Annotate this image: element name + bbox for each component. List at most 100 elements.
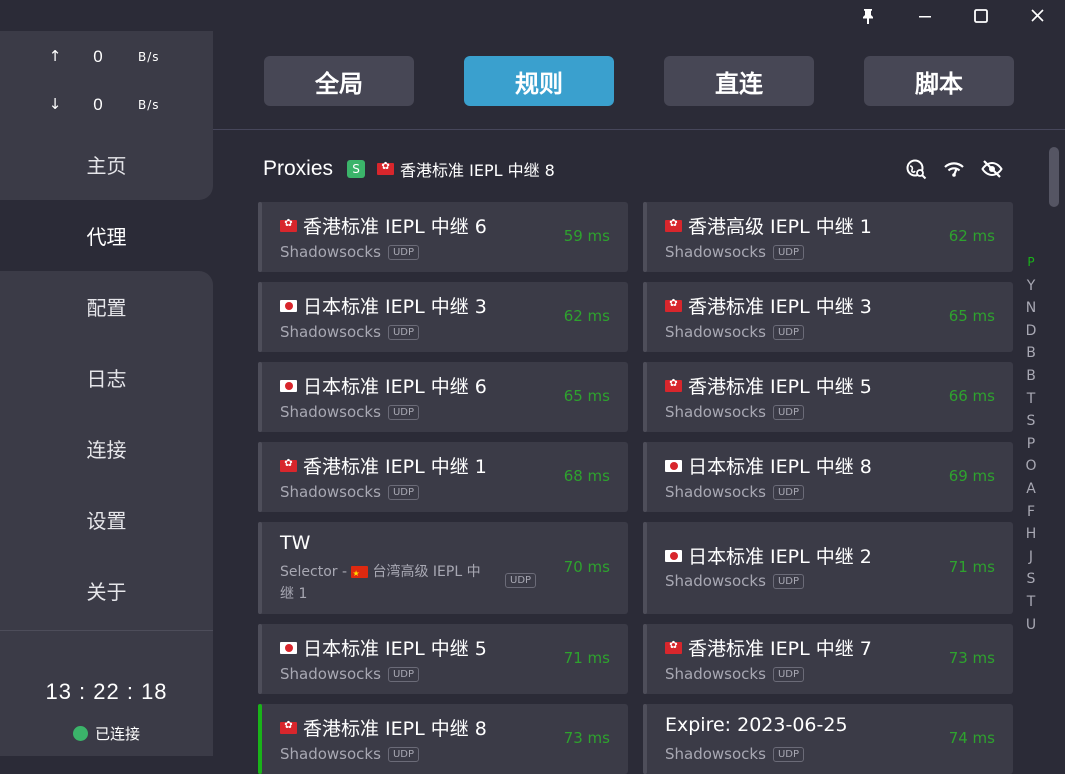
upload-speed: ↑ 0 B/s <box>0 47 213 67</box>
proxy-name: Expire: 2023-06-25 <box>665 714 848 736</box>
proxy-card[interactable]: 香港标准 IEPL 中继 8 Shadowsocks UDP 73 ms <box>258 704 628 774</box>
proxy-card[interactable]: 日本标准 IEPL 中继 6 Shadowsocks UDP 65 ms <box>258 362 628 432</box>
proxy-card[interactable]: 香港标准 IEPL 中继 7 Shadowsocks UDP 73 ms <box>643 624 1013 694</box>
proxy-type: Shadowsocks UDP <box>665 483 804 501</box>
sidebar-item-about[interactable]: 关于 <box>0 555 213 626</box>
proxy-card[interactable]: 香港标准 IEPL 中继 1 Shadowsocks UDP 68 ms <box>258 442 628 512</box>
proxy-card[interactable]: 香港标准 IEPL 中继 3 Shadowsocks UDP 65 ms <box>643 282 1013 352</box>
sidebar-item-home[interactable]: 主页 <box>0 129 213 200</box>
delay-label[interactable]: 74 ms <box>949 729 995 747</box>
upload-arrow-icon: ↑ <box>48 47 62 65</box>
udp-badge: UDP <box>772 244 804 260</box>
proxy-card[interactable]: 香港高级 IEPL 中继 1 Shadowsocks UDP 62 ms <box>643 202 1013 272</box>
alphabet-letter[interactable]: H <box>1021 526 1041 549</box>
proxy-name: 香港标准 IEPL 中继 3 <box>665 292 872 319</box>
alphabet-letter[interactable]: A <box>1021 481 1041 504</box>
close-icon[interactable] <box>1009 0 1065 31</box>
alphabet-letter[interactable]: S <box>1021 571 1041 594</box>
proxy-card[interactable]: 日本标准 IEPL 中继 8 Shadowsocks UDP 69 ms <box>643 442 1013 512</box>
sidebar-item-proxies[interactable]: 代理 <box>0 200 213 271</box>
alphabet-letter[interactable]: P <box>1021 436 1041 459</box>
proxy-type-text: Shadowsocks <box>665 572 766 590</box>
proxy-type: Shadowsocks UDP <box>280 403 419 421</box>
proxy-card[interactable]: 香港标准 IEPL 中继 6 Shadowsocks UDP 59 ms <box>258 202 628 272</box>
minimize-icon[interactable] <box>897 0 953 31</box>
sidebar-item-logs[interactable]: 日志 <box>0 342 213 413</box>
card-indicator <box>258 704 262 774</box>
proxy-name: 香港高级 IEPL 中继 1 <box>665 212 872 239</box>
alphabet-letter[interactable]: T <box>1021 594 1041 617</box>
alphabet-letter[interactable]: P <box>1021 255 1041 278</box>
proxy-type-text: Shadowsocks <box>280 745 381 763</box>
proxy-type: Shadowsocks UDP <box>665 243 804 261</box>
selected-proxy[interactable]: 香港标准 IEPL 中继 8 <box>377 157 555 181</box>
udp-badge: UDP <box>772 573 804 589</box>
proxy-card[interactable]: 香港标准 IEPL 中继 5 Shadowsocks UDP 66 ms <box>643 362 1013 432</box>
sidebar-item-connections[interactable]: 连接 <box>0 413 213 484</box>
alphabet-letter[interactable]: D <box>1021 323 1041 346</box>
delay-label[interactable]: 66 ms <box>949 387 995 405</box>
proxy-card[interactable]: 日本标准 IEPL 中继 2 Shadowsocks UDP 71 ms <box>643 522 1013 614</box>
delay-label[interactable]: 62 ms <box>564 307 610 325</box>
proxy-type: Selector - 台湾高级 IEPL 中继 1 UDP <box>280 561 537 605</box>
delay-label[interactable]: 69 ms <box>949 467 995 485</box>
alphabet-letter[interactable]: Y <box>1021 278 1041 301</box>
hk-flag-icon <box>665 218 682 232</box>
mode-direct-button[interactable]: 直连 <box>664 56 814 106</box>
proxy-card[interactable]: 日本标准 IEPL 中继 5 Shadowsocks UDP 71 ms <box>258 624 628 694</box>
eye-off-icon[interactable] <box>981 158 1003 180</box>
delay-label[interactable]: 65 ms <box>949 307 995 325</box>
delay-label[interactable]: 73 ms <box>564 729 610 747</box>
alphabet-letter[interactable]: B <box>1021 345 1041 368</box>
alphabet-letter[interactable]: F <box>1021 504 1041 527</box>
sidebar-item-profiles[interactable]: 配置 <box>0 271 213 342</box>
pin-icon[interactable] <box>840 0 896 31</box>
udp-badge: UDP <box>387 484 419 500</box>
udp-badge: UDP <box>387 244 419 260</box>
delay-label[interactable]: 71 ms <box>949 558 995 576</box>
sidebar-divider <box>0 630 213 631</box>
sidebar-item-settings[interactable]: 设置 <box>0 484 213 555</box>
delay-label[interactable]: 70 ms <box>564 558 610 576</box>
proxy-card[interactable]: Expire: 2023-06-25 Shadowsocks UDP 74 ms <box>643 704 1013 774</box>
wifi-speed-icon[interactable] <box>943 158 965 180</box>
clock: 13 : 22 : 18 <box>45 679 168 704</box>
proxy-name-text: 香港标准 IEPL 中继 7 <box>688 638 872 660</box>
download-value: 0 <box>93 95 103 114</box>
alphabet-letter[interactable]: B <box>1021 368 1041 391</box>
proxy-name-text: 日本标准 IEPL 中继 6 <box>303 376 487 398</box>
mode-rule-button[interactable]: 规则 <box>464 56 614 106</box>
mode-script-button[interactable]: 脚本 <box>864 56 1014 106</box>
proxy-type-text: Shadowsocks <box>665 403 766 421</box>
alphabet-index: PYNDBBTSPOAFHJSTU <box>1021 255 1041 639</box>
alphabet-letter[interactable]: O <box>1021 458 1041 481</box>
upload-unit: B/s <box>138 50 160 64</box>
card-indicator <box>258 522 262 614</box>
delay-label[interactable]: 68 ms <box>564 467 610 485</box>
udp-badge: UDP <box>505 573 537 588</box>
main-panel: 全局 规则 直连 脚本 Proxies S 香港标准 IEPL 中继 8 香港标… <box>213 31 1065 774</box>
proxy-card[interactable]: TW Selector - 台湾高级 IEPL 中继 1 UDP 70 ms <box>258 522 628 614</box>
proxy-type-prefix: Selector - <box>280 564 352 580</box>
delay-label[interactable]: 65 ms <box>564 387 610 405</box>
mode-global-button[interactable]: 全局 <box>264 56 414 106</box>
mode-selector: 全局 规则 直连 脚本 <box>213 31 1065 130</box>
udp-badge: UDP <box>772 324 804 340</box>
alphabet-letter[interactable]: S <box>1021 413 1041 436</box>
hk-flag-icon <box>280 218 297 232</box>
delay-label[interactable]: 71 ms <box>564 649 610 667</box>
scrollbar-thumb[interactable] <box>1049 147 1059 207</box>
alphabet-letter[interactable]: T <box>1021 391 1041 414</box>
delay-label[interactable]: 62 ms <box>949 227 995 245</box>
proxy-card[interactable]: 日本标准 IEPL 中继 3 Shadowsocks UDP 62 ms <box>258 282 628 352</box>
delay-label[interactable]: 59 ms <box>564 227 610 245</box>
alphabet-letter[interactable]: N <box>1021 300 1041 323</box>
maximize-icon[interactable] <box>953 0 1009 31</box>
proxies-header: Proxies S 香港标准 IEPL 中继 8 <box>263 155 555 183</box>
alphabet-letter[interactable]: U <box>1021 617 1041 640</box>
card-indicator <box>258 362 262 432</box>
card-indicator <box>643 624 647 694</box>
search-location-icon[interactable] <box>905 158 927 180</box>
alphabet-letter[interactable]: J <box>1021 549 1041 572</box>
delay-label[interactable]: 73 ms <box>949 649 995 667</box>
